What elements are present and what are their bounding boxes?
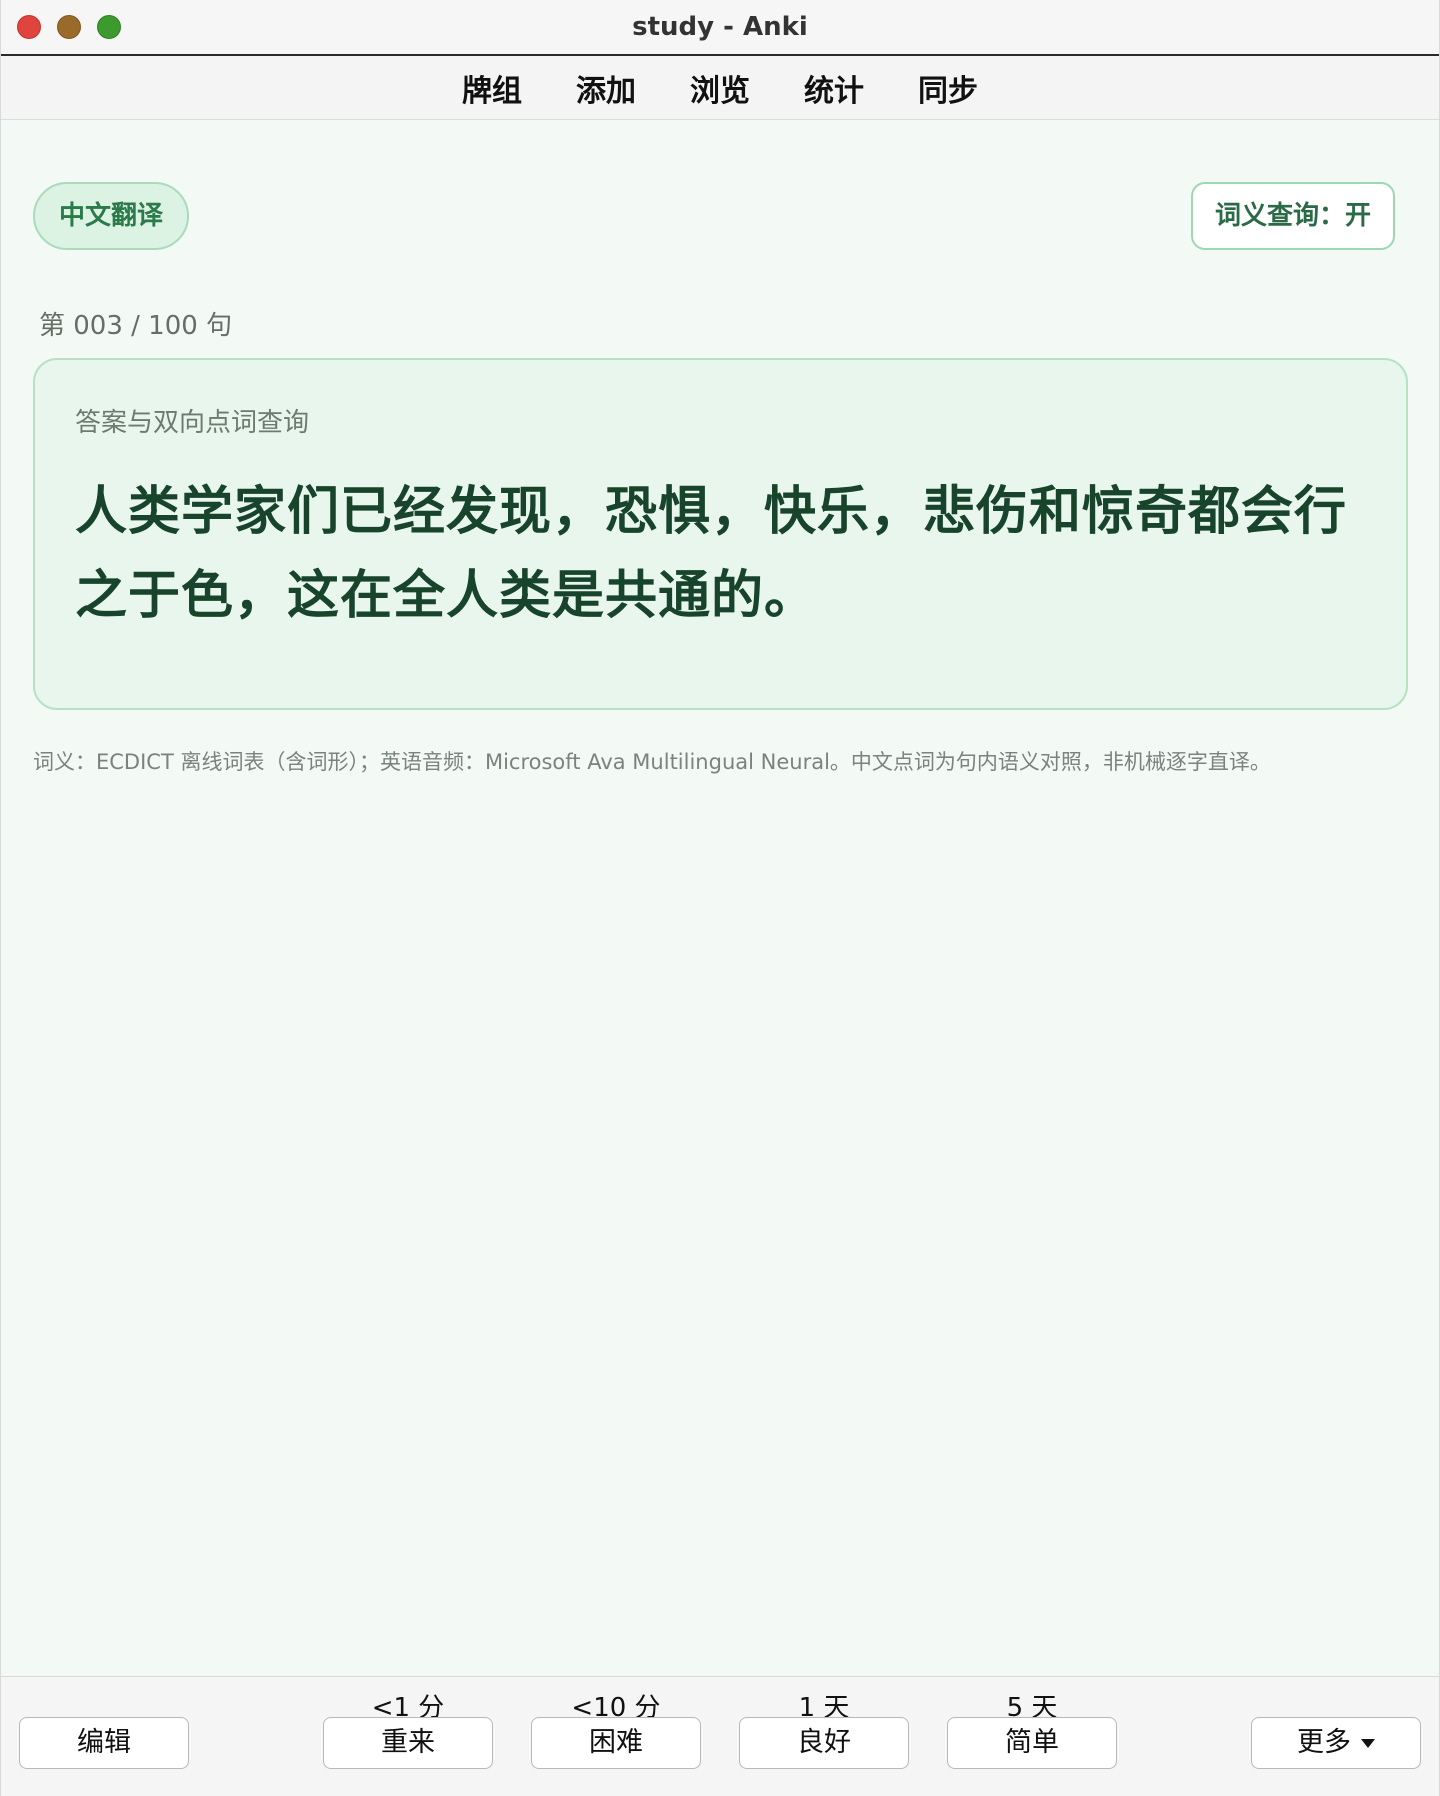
translation-sentence[interactable]: 人类学家们已经发现，恐惧，快乐，悲伤和惊奇都会行之于色，这在全人类是共通的。 [75, 470, 1355, 638]
caret-down-icon [1361, 1739, 1375, 1748]
more-button-label: 更多 [1297, 1727, 1351, 1758]
toolbar-add[interactable]: 添加 [576, 66, 636, 110]
toolbar-sync[interactable]: 同步 [918, 66, 978, 110]
source-footnote: 词义：ECDICT 离线词表（含词形）；英语音频：Microsoft Ava M… [33, 750, 1271, 774]
more-button[interactable]: 更多 [1251, 1717, 1421, 1769]
again-button[interactable]: 重来 [323, 1717, 493, 1769]
card-label: 答案与双向点词查询 [75, 408, 310, 438]
toolbar-browse[interactable]: 浏览 [690, 66, 750, 110]
toolbar-decks[interactable]: 牌组 [462, 66, 522, 110]
sentence-counter: 第 003 / 100 句 [39, 311, 233, 341]
edit-button[interactable]: 编辑 [19, 1717, 189, 1769]
lookup-toggle-button[interactable]: 词义查询：开 [1190, 182, 1395, 250]
answer-card: 答案与双向点词查询 人类学家们已经发现，恐惧，快乐，悲伤和惊奇都会行之于色，这在… [33, 358, 1408, 710]
toolbar-stats[interactable]: 统计 [804, 66, 864, 110]
answer-bar: 编辑 <1 分 重来 <10 分 困难 1 天 良好 5 天 简单 更多 [1, 1676, 1439, 1796]
mode-badge: 中文翻译 [33, 182, 190, 250]
title-bar: study - Anki [1, 0, 1439, 56]
anki-window: study - Anki 牌组 添加 浏览 统计 同步 中文翻译 词义查询：开 … [0, 0, 1440, 1796]
main-toolbar: 牌组 添加 浏览 统计 同步 [1, 56, 1439, 120]
easy-button[interactable]: 简单 [947, 1717, 1117, 1769]
window-title: study - Anki [632, 12, 808, 42]
hard-button[interactable]: 困难 [531, 1717, 701, 1769]
good-button[interactable]: 良好 [739, 1717, 909, 1769]
